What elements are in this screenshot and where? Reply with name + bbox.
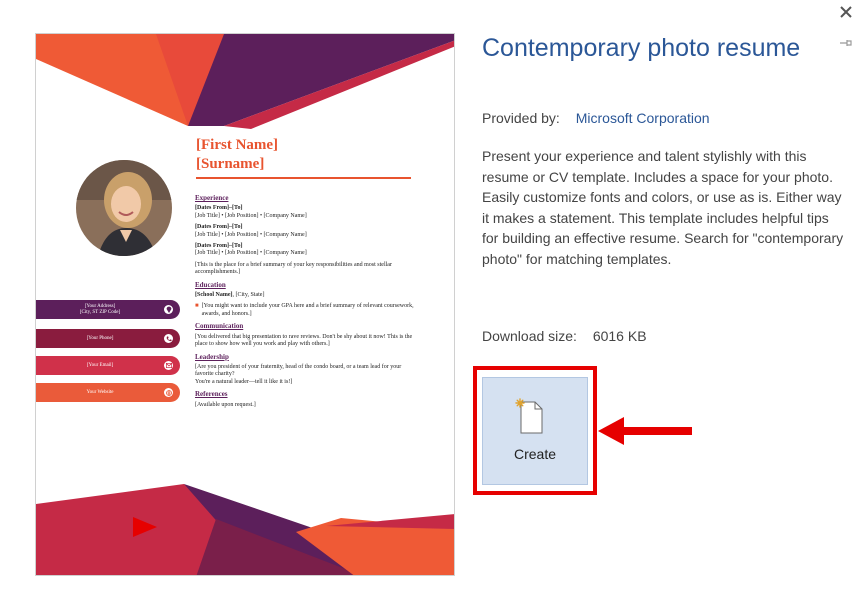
cv-school-line: [School Name], [City, State] [195, 292, 415, 299]
cv-name-divider [196, 177, 411, 179]
cv-school-name: [School Name] [195, 292, 233, 299]
cv-job-dates: [Dates From]–[To] [195, 205, 243, 212]
arrow-pointer-icon [598, 417, 692, 445]
cv-heading-experience: Experience [195, 194, 229, 202]
contact-address-line-2: [City, ST ZIP Code] [79, 309, 121, 315]
cv-job-dates: [Dates From]–[To] [195, 243, 243, 250]
cv-heading-references: References [195, 390, 228, 399]
contact-address-line-1: [Your Address] [84, 304, 116, 309]
location-pin-icon [164, 305, 173, 314]
contact-email-text: [Your Email] [86, 362, 114, 368]
bullet-icon: ■ [195, 303, 199, 310]
pin-button[interactable] [837, 34, 855, 52]
cv-heading-leadership: Leadership [195, 352, 229, 361]
profile-photo [76, 160, 172, 256]
contact-address-text: [Your Address] [City, ST ZIP Code] [36, 304, 164, 315]
download-size: Download size: 6016 KB [482, 328, 647, 344]
cv-heading-communication: Communication [195, 322, 244, 331]
email-icon [164, 361, 173, 370]
cv-job-line: [Job Title] • [Job Position] • [Company … [195, 250, 307, 257]
cv-name: [First Name] [Surname] [196, 136, 278, 174]
cv-job: [Dates From]–[To] [Job Title] • [Job Pos… [195, 205, 415, 220]
cv-job-line: [Job Title] • [Job Position] • [Company … [195, 231, 307, 238]
cv-communication-text: [You delivered that big presentation to … [195, 333, 413, 348]
provider-link[interactable]: Microsoft Corporation [576, 110, 710, 126]
pin-icon [840, 40, 852, 46]
contact-phone: [Your Phone] [36, 329, 180, 348]
cv-references-text: [Available upon request.] [195, 401, 256, 408]
globe-icon [164, 388, 173, 397]
provided-by: Provided by: Microsoft Corporation [482, 110, 710, 126]
create-button[interactable]: Create [482, 377, 588, 485]
contact-website: Your Website [36, 383, 180, 402]
contact-email: [Your Email] [36, 356, 180, 375]
cv-job: [Dates From]–[To] [Job Title] • [Job Pos… [195, 243, 415, 258]
provided-by-label: Provided by: [482, 110, 560, 126]
template-preview: [First Name] [Surname] Experience [Dates… [35, 33, 455, 576]
contact-phone-text: [Your Phone] [86, 335, 114, 341]
cv-school-location: , [City, State] [232, 292, 265, 299]
cv-job: [Dates From]–[To] [Job Title] • [Job Pos… [195, 224, 415, 239]
cv-leadership-line: [Are you president of your fraternity, h… [195, 363, 402, 378]
download-size-value: 6016 KB [592, 328, 647, 344]
template-description: Present your experience and talent styli… [482, 148, 844, 267]
contact-website-text: Your Website [86, 389, 114, 395]
cv-heading-education: Education [195, 280, 226, 289]
close-icon [840, 6, 852, 18]
cv-leadership-line: You're a natural leader—tell it like it … [195, 378, 293, 385]
new-document-icon [515, 398, 543, 434]
cv-job-line: [Job Title] • [Job Position] • [Company … [195, 212, 307, 219]
download-size-label: Download size: [482, 328, 577, 344]
cv-job-dates: [Dates From]–[To] [195, 224, 243, 231]
cv-first-name: [First Name] [196, 137, 279, 153]
cv-surname: [Surname] [196, 156, 265, 172]
cv-body: Experience [Dates From]–[To] [Job Title]… [195, 194, 415, 413]
contact-address: [Your Address] [City, ST ZIP Code] [36, 300, 180, 319]
cv-leadership-text: [Are you president of your fraternity, h… [195, 364, 415, 386]
create-label: Create [513, 446, 557, 462]
cv-education-note: ■ [You might want to include your GPA he… [195, 303, 415, 318]
cv-experience-summary: [This is the place for a brief summary o… [195, 261, 392, 276]
cv-education-note-text: [You might want to include your GPA here… [201, 303, 414, 317]
template-title: Contemporary photo resume [482, 34, 801, 62]
phone-icon [164, 334, 173, 343]
close-button[interactable] [836, 2, 856, 22]
